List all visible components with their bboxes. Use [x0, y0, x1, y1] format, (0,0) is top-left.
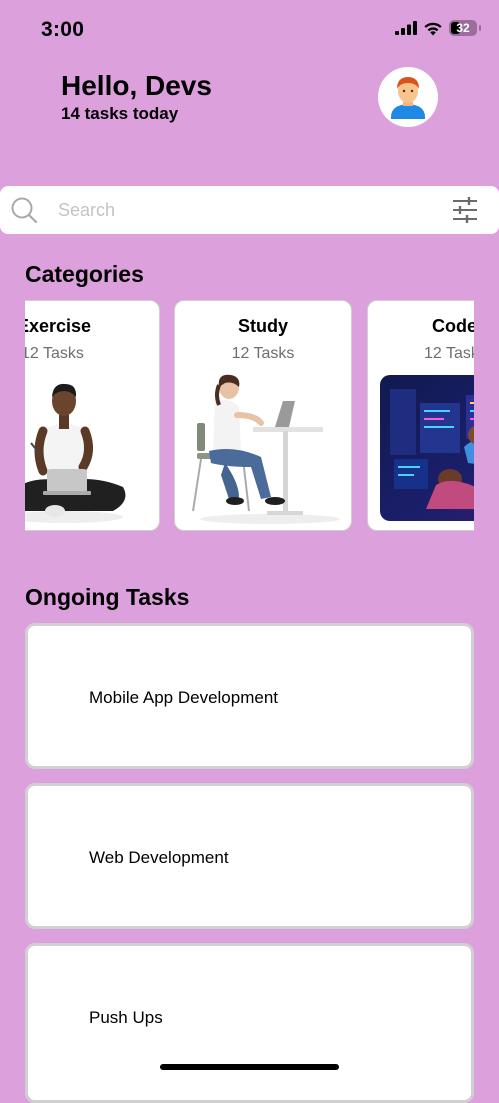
avatar-icon	[378, 67, 438, 127]
filter-icon[interactable]	[452, 197, 478, 223]
task-label: Mobile App Development	[89, 688, 279, 707]
exercise-illustration	[25, 383, 126, 523]
battery-icon: 32	[449, 20, 481, 36]
task-card[interactable]: Mobile App Development	[25, 623, 474, 769]
greeting-title: Hello, Devs	[61, 70, 212, 101]
avatar[interactable]	[378, 67, 438, 127]
wifi-icon	[424, 22, 442, 35]
status-bar: 3:00 32	[0, 0, 499, 58]
category-name: Study	[237, 316, 288, 336]
tasks-today-subtitle: 14 tasks today	[61, 104, 179, 123]
status-time: 3:00	[41, 18, 85, 41]
category-count: 12 Tasks	[231, 345, 295, 362]
task-label: Push Ups	[89, 1008, 163, 1027]
category-card-study[interactable]: Study 12 Tasks	[174, 300, 352, 531]
home-indicator[interactable]	[160, 1064, 339, 1070]
status-icons: 32	[395, 20, 481, 36]
category-count: 12 Tasks	[25, 345, 84, 362]
task-label: Web Development	[89, 848, 229, 867]
category-name: Code	[432, 316, 474, 336]
search-icon[interactable]	[11, 197, 38, 224]
categories-carousel[interactable]: Exercise 12 Tasks Study 12 Tasks	[25, 300, 474, 534]
category-count: 12 Tasks	[424, 345, 474, 362]
search-bar	[0, 186, 499, 234]
task-card[interactable]: Web Development	[25, 783, 474, 929]
study-illustration	[192, 374, 340, 524]
code-illustration	[380, 375, 474, 521]
search-input[interactable]	[58, 194, 418, 226]
signal-icon	[395, 21, 417, 35]
ongoing-tasks-title: Ongoing Tasks	[25, 584, 190, 610]
categories-title: Categories	[25, 261, 144, 287]
task-card[interactable]: Push Ups	[25, 943, 474, 1103]
battery-level: 32	[456, 21, 470, 35]
category-name: Exercise	[25, 316, 92, 336]
category-card-code[interactable]: Code 12 Tasks	[367, 300, 474, 531]
category-card-exercise[interactable]: Exercise 12 Tasks	[25, 300, 160, 531]
